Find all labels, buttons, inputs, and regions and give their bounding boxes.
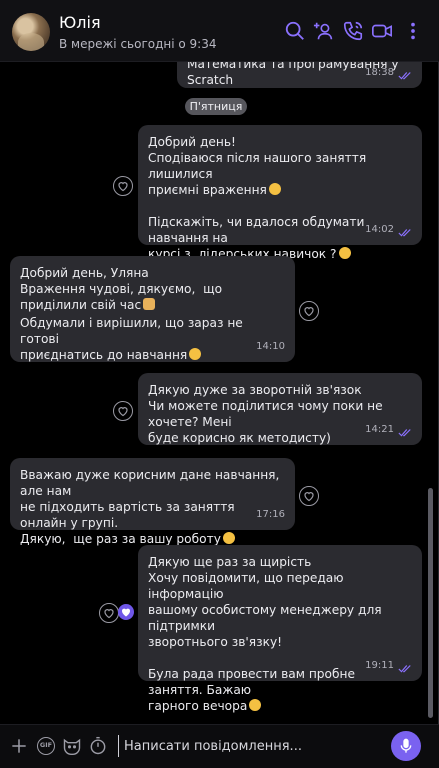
message-text: Вважаю дуже корисним дане навчання, але … xyxy=(20,468,280,546)
search-icon[interactable] xyxy=(284,20,306,42)
message-time: 14:10 xyxy=(256,341,285,352)
message-text: Добрий день! Сподіваюся після нашого зан… xyxy=(148,135,367,197)
contact-status: В мережі сьогодні о 9:34 xyxy=(59,37,217,51)
smiling-emoji-icon xyxy=(189,348,202,360)
message-time: 14:21 xyxy=(365,424,394,435)
message-text: Добрий день, Уляна Враження чудові, дяку… xyxy=(20,266,223,312)
timer-icon[interactable] xyxy=(88,736,108,756)
like-heart-icon[interactable] xyxy=(113,176,133,196)
message-bubble[interactable]: Добрий день, Уляна Враження чудові, дяку… xyxy=(10,256,295,362)
message-text: Підскажіть, чи вдалося обдумати навчання… xyxy=(148,215,365,261)
contact-name[interactable]: Юлія xyxy=(59,13,101,32)
chat-window: Юлія В мережі сьогодні о 9:34 Математика… xyxy=(0,0,439,768)
message-time: 18:38 xyxy=(365,67,394,78)
sticker-icon[interactable] xyxy=(62,736,82,756)
plus-icon[interactable] xyxy=(9,736,29,756)
chat-scrollbar[interactable] xyxy=(428,488,433,718)
message-time: 19:11 xyxy=(365,660,394,671)
call-icon[interactable] xyxy=(342,20,364,42)
message-bubble[interactable]: Дякую дуже за зворотній зв'язок Чи может… xyxy=(138,373,422,445)
microphone-icon[interactable] xyxy=(391,731,421,761)
add-participant-icon[interactable] xyxy=(313,20,335,42)
day-separator: П'ятниця xyxy=(185,98,247,115)
avatar[interactable] xyxy=(12,13,50,51)
like-heart-icon[interactable] xyxy=(299,301,319,321)
hug-emoji-icon xyxy=(268,183,281,195)
praying-hands-emoji-icon xyxy=(143,298,156,310)
video-call-icon[interactable] xyxy=(371,20,393,42)
heart-hands-emoji-icon xyxy=(338,247,351,259)
message-bubble[interactable]: Добрий день! Сподіваюся після нашого зан… xyxy=(138,125,422,261)
read-receipt-icon xyxy=(398,664,412,674)
message-bubble[interactable]: Математика та програмування у Scratch 18… xyxy=(177,62,422,88)
like-heart-icon[interactable] xyxy=(113,401,133,421)
message-text: Дякую ще раз за щирість Хочу повідомити,… xyxy=(148,555,382,649)
message-time: 17:16 xyxy=(256,509,285,520)
chat-header: Юлія В мережі сьогодні о 9:34 xyxy=(0,0,439,62)
message-bubble[interactable]: Вважаю дуже корисним дане навчання, але … xyxy=(10,458,295,546)
like-heart-icon[interactable] xyxy=(299,486,319,506)
message-text: Обдумали і вирішили, що зараз не готові … xyxy=(20,316,243,362)
message-composer: GIF xyxy=(0,724,439,768)
liked-heart-icon[interactable] xyxy=(118,604,134,620)
message-input[interactable] xyxy=(118,735,368,757)
gif-icon[interactable]: GIF xyxy=(37,737,55,755)
like-heart-icon[interactable] xyxy=(99,603,119,623)
read-receipt-icon xyxy=(398,71,412,81)
smiling-emoji-icon xyxy=(249,699,262,711)
read-receipt-icon xyxy=(398,428,412,438)
message-time: 14:02 xyxy=(365,224,394,235)
heart-hands-emoji-icon xyxy=(222,532,235,544)
message-list[interactable]: Математика та програмування у Scratch 18… xyxy=(0,62,427,724)
read-receipt-icon xyxy=(398,228,412,238)
message-bubble[interactable]: Дякую ще раз за щирість Хочу повідомити,… xyxy=(138,545,422,713)
more-icon[interactable] xyxy=(402,20,424,42)
